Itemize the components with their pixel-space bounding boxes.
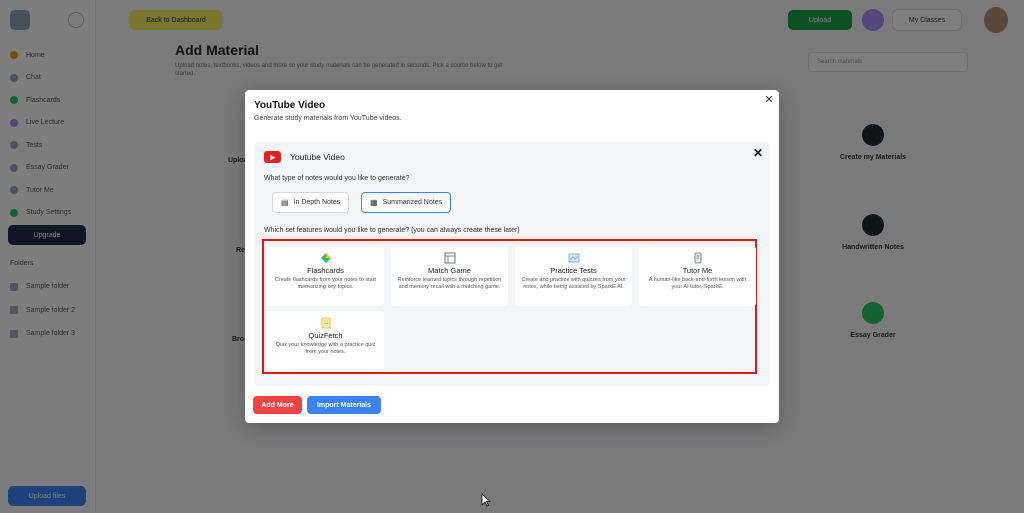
features-highlight-box: Flashcards Create flashcards from your n… — [262, 239, 757, 374]
youtube-video-modal: YouTube Video Generate study materials f… — [245, 90, 779, 423]
grid-icon — [444, 252, 455, 264]
notes-question: What type of notes would you like to gen… — [264, 175, 410, 182]
panel-title: Youtube Video — [290, 152, 345, 162]
tutor-icon — [694, 252, 701, 264]
feature-name: Practice Tests — [550, 266, 597, 275]
book-open-icon: ▤ — [281, 198, 289, 207]
feature-description: Create flashcards from your notes to sta… — [274, 277, 377, 290]
feature-description: Reinforce learned topics through repetit… — [397, 277, 502, 290]
test-icon — [568, 253, 579, 263]
feature-card-practice-tests[interactable]: Practice Tests Create and practice with … — [515, 246, 632, 306]
feature-card-match-game[interactable]: Match Game Reinforce learned topics thro… — [391, 246, 508, 306]
feature-card-tutor-me[interactable]: Tutor Me A human-like back-and-forth les… — [639, 246, 756, 306]
quiz-icon — [321, 317, 330, 329]
features-question: Which set features would you like to gen… — [264, 227, 520, 234]
cards-icon — [320, 253, 331, 263]
modal-title: YouTube Video — [254, 100, 326, 111]
feature-name: Flashcards — [307, 266, 344, 275]
feature-description: A human-like back-and-forth lesson with … — [648, 277, 747, 290]
in-depth-notes-button[interactable]: ▤ In Depth Notes — [272, 192, 350, 213]
youtube-panel: Youtube Video ✕ What type of notes would… — [254, 142, 770, 386]
modal-subtitle: Generate study materials from YouTube vi… — [254, 115, 402, 122]
feature-name: QuizFetch — [308, 331, 343, 340]
modal-close-icon[interactable]: ✕ — [763, 94, 775, 106]
note-option-label: Summarized Notes — [382, 199, 443, 206]
youtube-icon — [264, 151, 281, 163]
document-icon: ▦ — [370, 198, 378, 207]
panel-close-icon[interactable]: ✕ — [751, 146, 765, 160]
summarized-notes-button[interactable]: ▦ Summarized Notes — [361, 192, 452, 213]
add-more-button[interactable]: Add More — [253, 396, 302, 414]
feature-name: Tutor Me — [682, 266, 713, 275]
feature-description: Create and practice with quizzes from yo… — [521, 277, 626, 290]
feature-card-flashcards[interactable]: Flashcards Create flashcards from your n… — [267, 246, 384, 306]
feature-description: Quiz your knowledge with a practice quiz… — [275, 342, 376, 355]
feature-card-quizfetch[interactable]: QuizFetch Quiz your knowledge with a pra… — [267, 311, 384, 371]
mouse-cursor-icon — [481, 493, 491, 507]
note-option-label: In Depth Notes — [293, 199, 341, 206]
feature-name: Match Game — [428, 266, 471, 275]
import-materials-button[interactable]: Import Materials — [307, 396, 381, 414]
